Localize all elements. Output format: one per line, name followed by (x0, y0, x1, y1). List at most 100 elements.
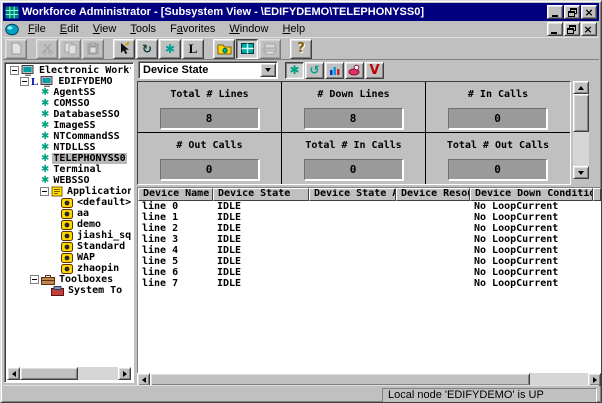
tree-item-demo[interactable]: demo (7, 219, 131, 230)
menu-help[interactable]: Help (275, 22, 312, 36)
tree-item-ntcommandss[interactable]: ✱NTCommandSS (7, 131, 131, 142)
tree-item-electronic-workfor[interactable]: Electronic Workfor (7, 65, 131, 76)
scroll-right-icon[interactable] (118, 367, 131, 380)
tree-item-ntdllss[interactable]: ✱NTDLLSS (7, 142, 131, 153)
column-header-device-down-condition[interactable]: Device Down Condition (470, 188, 593, 201)
menu-file[interactable]: File (21, 22, 53, 36)
tree-item-aa[interactable]: aa (7, 208, 131, 219)
subsystem-view-button[interactable] (236, 39, 258, 59)
help-button[interactable]: ? (290, 39, 312, 59)
tree-item-label: DatabaseSSO (52, 109, 120, 120)
subsystem-view-panel: Device State ✱↺V Total # Lines8# Down Li… (137, 60, 601, 384)
scroll-left-icon[interactable] (7, 367, 20, 380)
column-header-device-state-a[interactable]: Device State A... (309, 188, 396, 201)
column-header-device-name[interactable]: Device Name (138, 188, 213, 201)
tree-item-agentss[interactable]: ✱AgentSS (7, 87, 131, 98)
stats-scrollbar-track[interactable] (573, 132, 589, 166)
table-row-line-6[interactable]: line 6IDLENo LoopCurrent (138, 267, 601, 278)
app-icon (61, 209, 73, 219)
tree-item-databasesso[interactable]: ✱DatabaseSSO (7, 109, 131, 120)
cell: line 0 (138, 201, 213, 212)
status-message: Local node 'EDIFYDEMO' is UP (382, 388, 597, 403)
tree-item-comsso[interactable]: ✱COMSSO (7, 98, 131, 109)
label-view-button[interactable]: L (182, 39, 204, 59)
menu-view[interactable]: View (86, 22, 124, 36)
mdi-minimize-button[interactable] (547, 22, 563, 36)
tree-item-label: NTDLLSS (52, 142, 96, 153)
stat-value-display: 0 (160, 159, 260, 181)
collapse-minus-icon[interactable] (10, 66, 19, 75)
column-header-partial[interactable] (593, 188, 601, 201)
menu-edit[interactable]: Edit (53, 22, 86, 36)
tree-item-telephonyss0[interactable]: ✱TELEPHONYSS0 (7, 153, 131, 164)
copy-button (59, 39, 81, 59)
inspect-button[interactable] (345, 62, 364, 79)
menu-tools[interactable]: Tools (123, 22, 163, 36)
table-row-line-4[interactable]: line 4IDLENo LoopCurrent (138, 245, 601, 256)
tree-item-zhaopin[interactable]: zhaopin (7, 263, 131, 274)
table-row-line-3[interactable]: line 3IDLENo LoopCurrent (138, 234, 601, 245)
close-button[interactable]: × (581, 5, 597, 19)
scroll-down-icon[interactable] (573, 166, 589, 179)
stat-value-display: 0 (304, 159, 404, 181)
tree-item-standard[interactable]: Standard (7, 241, 131, 252)
column-header-device-resou[interactable]: Device Resou... (396, 188, 470, 201)
tree-item-system-to[interactable]: System To (7, 285, 131, 296)
restore-icon (567, 25, 576, 34)
table-row-line-0[interactable]: line 0IDLENo LoopCurrent (138, 201, 601, 212)
cell: No LoopCurrent (470, 234, 593, 245)
tree-item-application[interactable]: Application (7, 186, 131, 197)
tree-item-edifydemo[interactable]: LEDIFYDEMO (7, 76, 131, 87)
minimize-button[interactable] (547, 5, 563, 19)
tree-item-wap[interactable]: WAP (7, 252, 131, 263)
tree-scrollbar-track[interactable] (78, 367, 118, 380)
stats-scrollbar-thumb[interactable] (573, 94, 589, 132)
monitor-subsystem-button[interactable]: ✱ (285, 62, 304, 79)
tree-scrollbar-thumb[interactable] (20, 367, 78, 380)
mdi-restore-button[interactable] (564, 22, 580, 36)
help-icon: ? (297, 42, 305, 55)
tree-item-terminal[interactable]: ✱Terminal (7, 164, 131, 175)
refresh-view-button[interactable]: ↺ (305, 62, 324, 79)
tree-item-label: Toolboxes (58, 274, 114, 285)
pointer-button[interactable] (113, 39, 135, 59)
collapse-minus-icon[interactable] (30, 275, 39, 284)
collapse-minus-icon[interactable] (40, 187, 49, 196)
stats-vertical-scrollbar[interactable] (573, 81, 589, 179)
validate-button[interactable]: V (365, 62, 384, 79)
column-header-device-state[interactable]: Device State (213, 188, 309, 201)
open-folder-button[interactable] (213, 39, 235, 59)
chevron-down-icon[interactable] (260, 63, 276, 77)
bar-chart-icon (329, 64, 341, 76)
stat-total-lines: Total # Lines8 (138, 82, 282, 133)
tree-item-label: Terminal (52, 164, 102, 175)
cell (309, 245, 396, 256)
application-icon (51, 186, 63, 197)
subsystem-button[interactable]: ✱ (159, 39, 181, 59)
tree-item-label: jiashi_sq (76, 230, 131, 241)
main-toolbar: ↻✱L? (3, 37, 599, 60)
refresh-button[interactable]: ↻ (136, 39, 158, 59)
cell: line 2 (138, 223, 213, 234)
mdi-close-button[interactable]: × (581, 22, 597, 36)
collapse-minus-icon[interactable] (20, 77, 29, 86)
menu-favorites[interactable]: Favorites (163, 22, 222, 36)
tree-item-websso[interactable]: ✱WEBSSO (7, 175, 131, 186)
scroll-up-icon[interactable] (573, 81, 589, 94)
table-row-line-5[interactable]: line 5IDLENo LoopCurrent (138, 256, 601, 267)
restore-button[interactable] (564, 5, 580, 19)
table-row-line-2[interactable]: line 2IDLENo LoopCurrent (138, 223, 601, 234)
cell (396, 234, 470, 245)
menu-window[interactable]: Window (222, 22, 275, 36)
tree-item-default[interactable]: <default> (7, 197, 131, 208)
tree-item-toolboxes[interactable]: Toolboxes (7, 274, 131, 285)
stat-total-out-calls: Total # Out Calls0 (426, 133, 570, 184)
table-row-line-1[interactable]: line 1IDLENo LoopCurrent (138, 212, 601, 223)
tree-item-imagess[interactable]: ✱ImageSS (7, 120, 131, 131)
tree-horizontal-scrollbar[interactable] (7, 367, 131, 380)
tree-item-jiashi-sq[interactable]: jiashi_sq (7, 230, 131, 241)
pointer-icon (118, 42, 130, 55)
view-selector[interactable]: Device State (138, 61, 278, 79)
table-row-line-7[interactable]: line 7IDLENo LoopCurrent (138, 278, 601, 289)
statistics-button[interactable] (325, 62, 344, 79)
